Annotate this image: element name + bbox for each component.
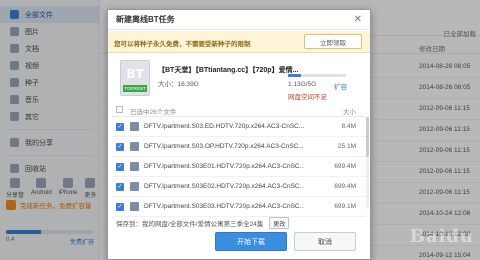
size-column-header: 大小 bbox=[343, 109, 356, 116]
file-name: DFTV.Ipartment.S03E02.HDTV.720p.x264.AC3… bbox=[144, 183, 304, 190]
dialog-title: 新建离线BT任务 bbox=[108, 10, 370, 30]
space-usage-bar bbox=[288, 74, 346, 77]
file-checkbox[interactable]: ✓ bbox=[116, 163, 124, 171]
torrent-icon-tag: TORRENT bbox=[123, 85, 147, 92]
file-checkbox[interactable]: ✓ bbox=[116, 203, 124, 211]
file-name: DFTV.Ipartment.S03E03.HDTV.720p.x264.AC3… bbox=[144, 203, 304, 210]
change-location-button[interactable]: 更改 bbox=[269, 217, 290, 229]
file-name: DFTV.Ipartment.S03E01.HDTV.720p.x264.AC3… bbox=[144, 163, 304, 170]
torrent-name: 【BT天堂】【BTtiantang.cc】【720p】爱情... bbox=[158, 67, 299, 74]
video-file-icon bbox=[130, 182, 139, 191]
start-download-button[interactable]: 开始下载 bbox=[215, 232, 287, 251]
video-file-icon bbox=[130, 202, 139, 211]
space-usage-fill bbox=[288, 74, 302, 77]
notice-bar: 您可以将种子永久免费，不需要受新种子的限制 立即领取 bbox=[108, 31, 370, 53]
torrent-file-icon: BT TORRENT bbox=[120, 60, 150, 96]
file-size: 699.1M bbox=[334, 203, 356, 210]
file-size: 8.4M bbox=[341, 123, 356, 130]
save-location-row: 保存到：我的网盘/全部文件/爱情公寓第三季全24集 更改 bbox=[116, 217, 290, 229]
file-list-header: 已选中26个文件 大小 bbox=[112, 103, 366, 117]
space-warning: 网盘空间不足 bbox=[288, 94, 327, 101]
scrollbar-thumb[interactable] bbox=[366, 117, 369, 157]
new-bt-task-dialog: 新建离线BT任务 ✕ 您可以将种子永久免费，不需要受新种子的限制 立即领取 BT… bbox=[107, 9, 371, 260]
file-row[interactable]: ✓ DFTV.Ipartment.S03.ED.HDTV.720p.x264.A… bbox=[112, 117, 366, 137]
file-row[interactable]: ✓ DFTV.Ipartment.S03E02.HDTV.720p.x264.A… bbox=[112, 177, 366, 197]
file-name: DFTV.Ipartment.S03.OP.HDTV.720p.x264.AC3… bbox=[144, 143, 304, 150]
file-name: DFTV.Ipartment.S03.ED.HDTV.720p.x264.AC3… bbox=[144, 123, 304, 130]
claim-now-button[interactable]: 立即领取 bbox=[304, 34, 362, 49]
cancel-button[interactable]: 取消 bbox=[294, 232, 356, 251]
space-usage-value: 1.13G/5G bbox=[288, 81, 317, 88]
file-row[interactable]: ✓ DFTV.Ipartment.S03E03.HDTV.720p.x264.A… bbox=[112, 197, 366, 217]
video-file-icon bbox=[130, 162, 139, 171]
file-checkbox[interactable]: ✓ bbox=[116, 183, 124, 191]
file-row[interactable]: ✓ DFTV.Ipartment.S03.OP.HDTV.720p.x264.A… bbox=[112, 137, 366, 157]
file-size: 699.4M bbox=[334, 183, 356, 190]
close-icon[interactable]: ✕ bbox=[354, 14, 362, 25]
video-file-icon bbox=[130, 122, 139, 131]
expand-space-link[interactable]: 扩容 bbox=[334, 81, 347, 91]
file-row[interactable]: ✓ DFTV.Ipartment.S03E01.HDTV.720p.x264.A… bbox=[112, 157, 366, 177]
file-size: 25.1M bbox=[337, 143, 356, 150]
file-list-scrollbar[interactable] bbox=[366, 117, 369, 209]
file-checkbox[interactable]: ✓ bbox=[116, 143, 124, 151]
select-all-checkbox[interactable] bbox=[116, 106, 123, 113]
file-checkbox[interactable]: ✓ bbox=[116, 123, 124, 131]
selected-count: 已选中26个文件 bbox=[130, 109, 177, 116]
torrent-size: 大小：16.39G bbox=[158, 81, 199, 88]
watermark: Baidu bbox=[409, 226, 474, 247]
file-size: 699.4M bbox=[334, 163, 356, 170]
video-file-icon bbox=[130, 142, 139, 151]
save-location: 保存到：我的网盘/全部文件/爱情公寓第三季全24集 bbox=[116, 221, 264, 228]
torrent-icon-text: BT bbox=[126, 67, 144, 81]
notice-text: 您可以将种子永久免费，不需要受新种子的限制 bbox=[114, 41, 251, 48]
